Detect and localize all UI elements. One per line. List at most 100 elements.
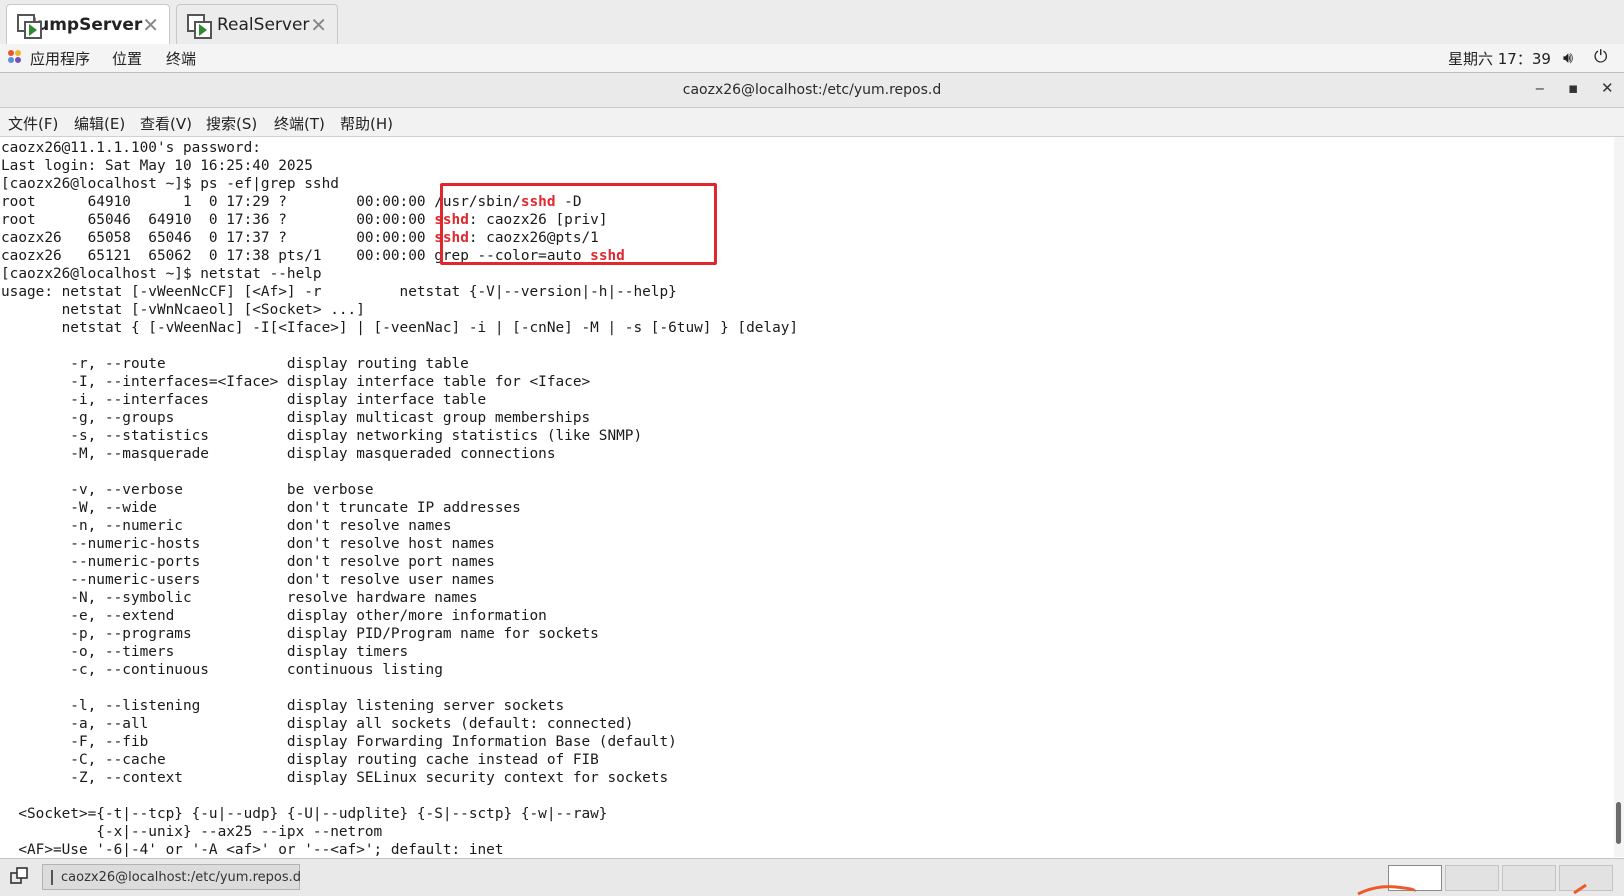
terminal-line-text: -s, --statistics display networking stat… [1, 428, 643, 444]
menu-view[interactable]: 查看(V) [140, 113, 192, 134]
red-annotation-stroke [1573, 883, 1587, 895]
terminal-line-text: netstat [-vWnNcaeol] [<Socket> ...] [1, 302, 365, 318]
window-title-bar: caozx26@localhost:/etc/yum.repos.d ‒ ▪ ✕ [0, 73, 1624, 108]
terminal-line: -g, --groups display multicast group mem… [1, 409, 1614, 427]
close-window-button[interactable]: ✕ [1601, 79, 1614, 97]
terminal-line-text: -a, --all display all sockets (default: … [1, 716, 634, 732]
clock[interactable]: 星期六 17：39 [1448, 48, 1551, 69]
terminal-line: {-x|--unix} --ax25 --ipx --netrom [1, 823, 1614, 841]
remote-desktop-icon [187, 13, 212, 39]
terminal-line: --numeric-users don't resolve user names [1, 571, 1614, 589]
terminal-line: caozx26 65058 65046 0 17:37 ? 00:00:00 s… [1, 229, 1614, 247]
terminal-text: caozx26@11.1.1.100's password: Last login… [0, 137, 1614, 857]
terminal-line: --numeric-hosts don't resolve host names [1, 535, 1614, 553]
top-panel: 应用程序 位置 终端 星期六 17：39 🔊︎ ⏻ [0, 44, 1624, 73]
terminal-line-text: {-x|--unix} --ax25 --ipx --netrom [1, 824, 383, 840]
tab-realserver[interactable]: RealServer ✕ [176, 4, 338, 44]
browser-tab-bar: JumpServer ✕ RealServer ✕ [0, 0, 1624, 45]
terminal-line: -I, --interfaces=<Iface> display interfa… [1, 373, 1614, 391]
terminal-line-text: -M, --masquerade display masqueraded con… [1, 446, 556, 462]
terminal-line-text: Last login: Sat May 10 16:25:40 2025 [1, 158, 313, 174]
remote-desktop-icon [17, 13, 42, 39]
terminal-line: netstat { [-vWeenNac] -I[<Iface>] | [-ve… [1, 319, 1614, 337]
terminal-line-text: -Z, --context display SELinux security c… [1, 770, 669, 786]
terminal-line: -o, --timers display timers [1, 643, 1614, 661]
menu-terminal[interactable]: 终端(T) [274, 113, 325, 134]
bottom-taskbar: caozx26@localhost:/etc/yum.repos.d [0, 858, 1624, 896]
terminal-line: -v, --verbose be verbose [1, 481, 1614, 499]
terminal-line-text: netstat { [-vWeenNac] -I[<Iface>] | [-ve… [1, 320, 799, 336]
maximize-button[interactable]: ▪ [1568, 79, 1578, 97]
terminal-line-text: -r, --route display routing table [1, 356, 469, 372]
terminal-line-text: caozx26 65121 65062 0 17:38 pts/1 00:00:… [1, 248, 435, 264]
applications-menu[interactable]: 应用程序 [30, 48, 90, 69]
taskbar-window-label: caozx26@localhost:/etc/yum.repos.d [61, 869, 302, 885]
close-tab-icon[interactable]: ✕ [142, 13, 159, 37]
terminal-line: -a, --all display all sockets (default: … [1, 715, 1614, 733]
terminal-line: -s, --statistics display networking stat… [1, 427, 1614, 445]
tab-label: JumpServer [30, 14, 143, 35]
terminal-line: root 64910 1 0 17:29 ? 00:00:00 /usr/sbi… [1, 193, 1614, 211]
terminal-line: -W, --wide don't truncate IP addresses [1, 499, 1614, 517]
menu-file[interactable]: 文件(F) [8, 113, 58, 134]
terminal-icon [51, 869, 53, 885]
minimize-button[interactable]: ‒ [1535, 79, 1545, 97]
terminal-line-text: -I, --interfaces=<Iface> display interfa… [1, 374, 591, 390]
terminal-line: root 65046 64910 0 17:36 ? 00:00:00 sshd… [1, 211, 1614, 229]
places-menu[interactable]: 位置 [112, 48, 142, 69]
terminal-line-text: --numeric-ports don't resolve port names [1, 554, 495, 570]
terminal-line-text: usage: netstat [-vWeenNcCF] [<Af>] -r ne… [1, 284, 677, 300]
scrollbar-thumb[interactable] [1616, 802, 1621, 844]
terminal-line-text: -N, --symbolic resolve hardware names [1, 590, 478, 606]
tab-jumpserver[interactable]: JumpServer ✕ [6, 4, 170, 44]
terminal-line: -M, --masquerade display masqueraded con… [1, 445, 1614, 463]
terminal-line-text: -F, --fib display Forwarding Information… [1, 734, 677, 750]
menu-help[interactable]: 帮助(H) [340, 113, 393, 134]
terminal-line-text: -o, --timers display timers [1, 644, 409, 660]
terminal-line-text: -p, --programs display PID/Program name … [1, 626, 599, 642]
terminal-line-text: [caozx26@localhost ~]$ ps -ef|grep sshd [1, 176, 339, 192]
terminal-line: -C, --cache display routing cache instea… [1, 751, 1614, 769]
highlight-box [440, 183, 717, 265]
terminal-line: [caozx26@localhost ~]$ ps -ef|grep sshd [1, 175, 1614, 193]
terminal-line: -N, --symbolic resolve hardware names [1, 589, 1614, 607]
window-title: caozx26@localhost:/etc/yum.repos.d [682, 82, 942, 98]
menu-search[interactable]: 搜索(S) [206, 113, 257, 134]
terminal-line: -p, --programs display PID/Program name … [1, 625, 1614, 643]
terminal-line: netstat [-vWnNcaeol] [<Socket> ...] [1, 301, 1614, 319]
close-tab-icon[interactable]: ✕ [310, 13, 327, 37]
menu-edit[interactable]: 编辑(E) [74, 113, 125, 134]
terminal-line-text: [caozx26@localhost ~]$ netstat --help [1, 266, 322, 282]
taskbar-window-terminal[interactable]: caozx26@localhost:/etc/yum.repos.d [42, 864, 302, 890]
terminal-scrollbar[interactable] [1614, 137, 1624, 857]
red-annotation-stroke [1357, 885, 1416, 895]
terminal-line-text: -v, --verbose be verbose [1, 482, 374, 498]
terminal-line: [caozx26@localhost ~]$ netstat --help [1, 265, 1614, 283]
terminal-menu[interactable]: 终端 [166, 48, 196, 69]
power-icon[interactable]: ⏻ [1594, 47, 1607, 67]
terminal-line-text: <AF>=Use '-6|-4' or '-A <af>' or '--<af>… [1, 842, 504, 857]
workspace-2[interactable] [1445, 865, 1499, 891]
show-desktop-icon[interactable] [10, 867, 28, 885]
terminal-line: -n, --numeric don't resolve names [1, 517, 1614, 535]
terminal-line-text: -e, --extend display other/more informat… [1, 608, 547, 624]
terminal-line-text: root 64910 1 0 17:29 ? 00:00:00 [1, 194, 435, 210]
terminal-output[interactable]: caozx26@11.1.1.100's password: Last login… [0, 137, 1614, 857]
terminal-line-text: -l, --listening display listening server… [1, 698, 565, 714]
terminal-line: -r, --route display routing table [1, 355, 1614, 373]
terminal-line-text: --numeric-users don't resolve user names [1, 572, 495, 588]
terminal-line: -F, --fib display Forwarding Information… [1, 733, 1614, 751]
terminal-line-text: -i, --interfaces display interface table [1, 392, 487, 408]
workspace-3[interactable] [1502, 865, 1556, 891]
terminal-line-text: -g, --groups display multicast group mem… [1, 410, 591, 426]
tab-label: RealServer [217, 14, 310, 35]
terminal-line-text: -n, --numeric don't resolve names [1, 518, 452, 534]
terminal-line: <Socket>={-t|--tcp} {-u|--udp} {-U|--udp… [1, 805, 1614, 823]
terminal-line: caozx26@11.1.1.100's password: [1, 139, 1614, 157]
terminal-line-text: <Socket>={-t|--tcp} {-u|--udp} {-U|--udp… [1, 806, 608, 822]
terminal-line-text: -C, --cache display routing cache instea… [1, 752, 599, 768]
volume-icon[interactable]: 🔊︎ [1563, 48, 1573, 68]
